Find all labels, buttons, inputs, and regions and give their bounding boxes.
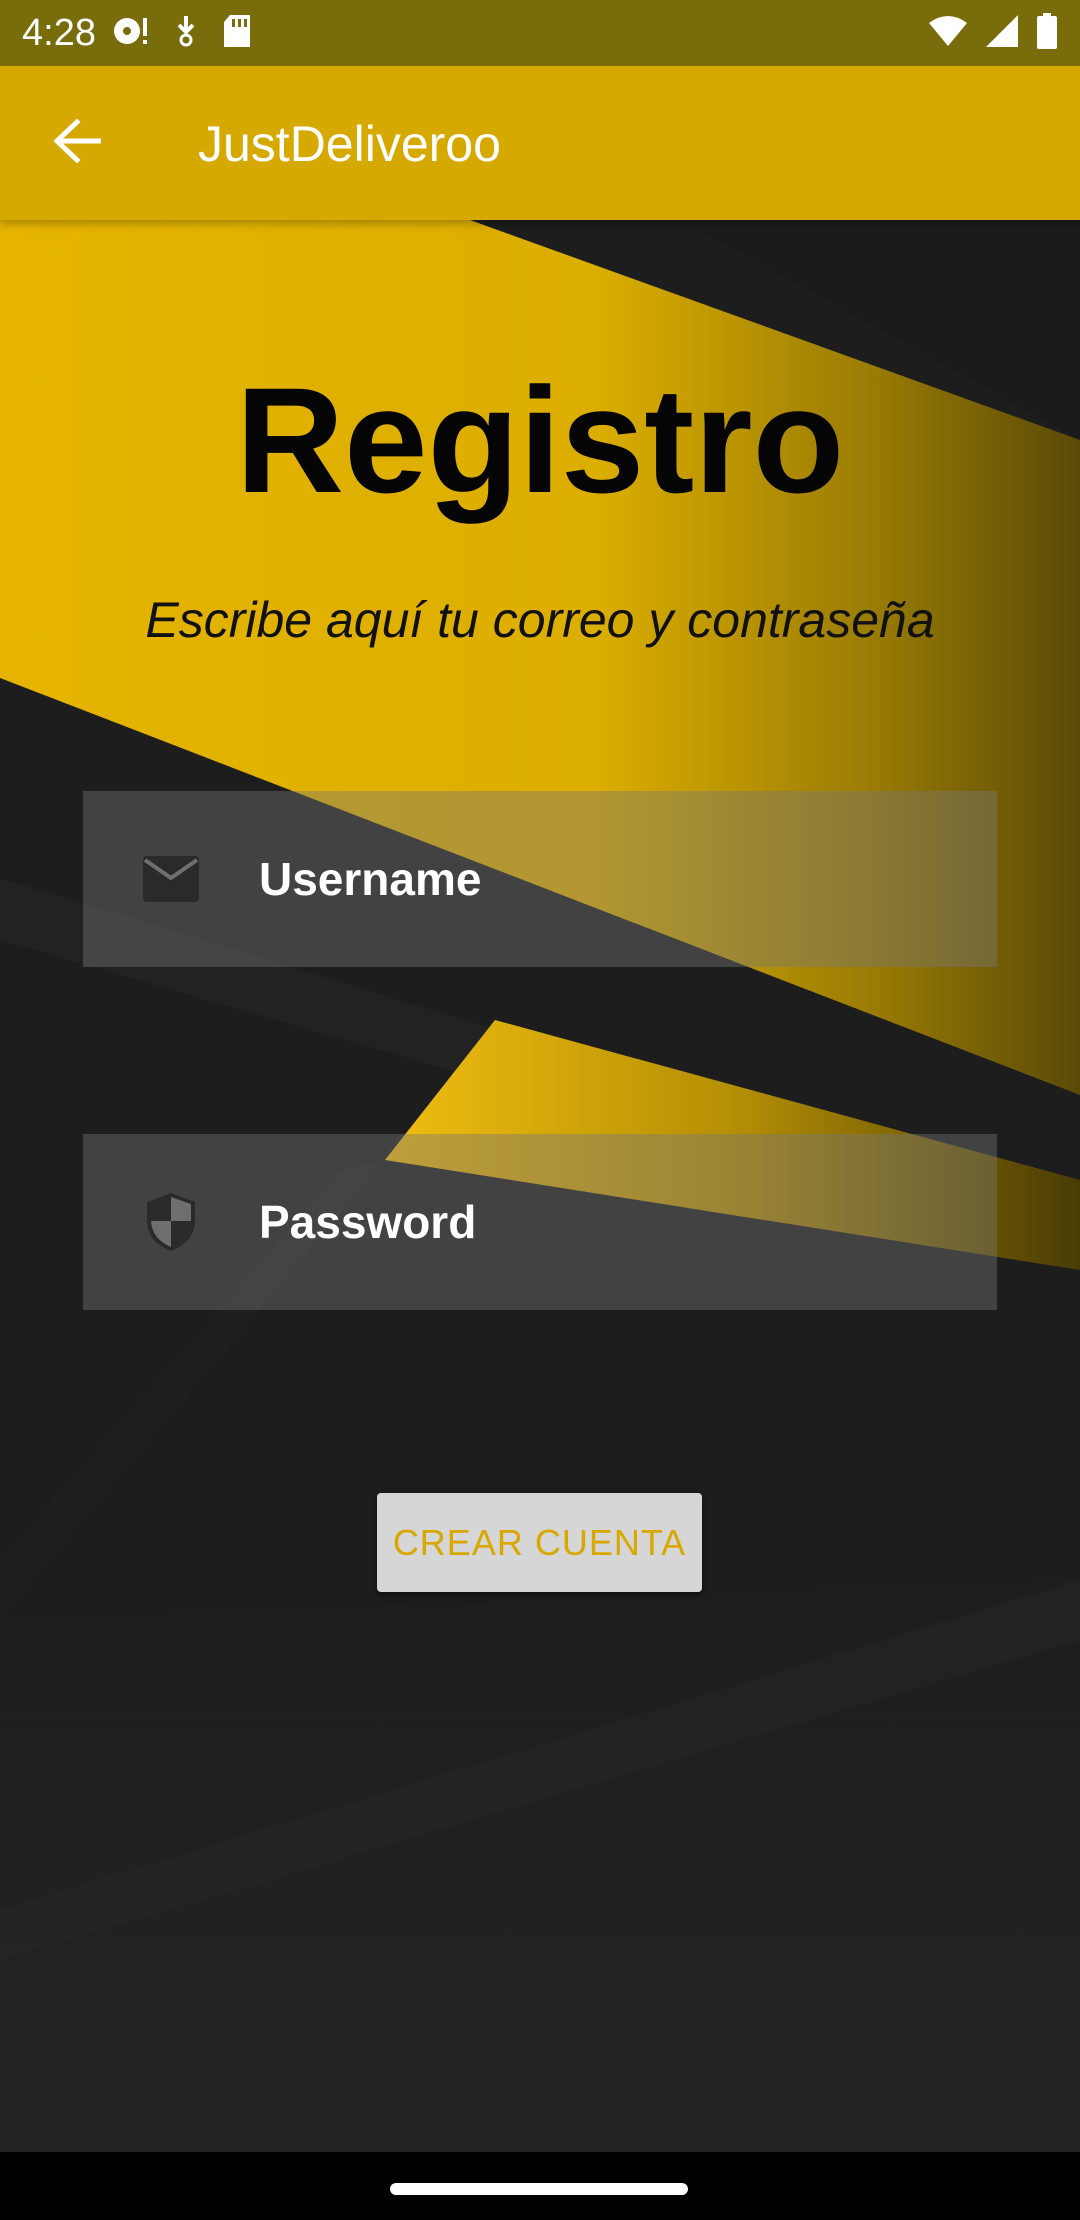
password-field[interactable] xyxy=(83,1134,997,1310)
media-notification-icon xyxy=(112,14,150,53)
signal-icon xyxy=(984,14,1020,53)
create-account-button[interactable]: CREAR CUENTA xyxy=(377,1493,702,1592)
sd-card-icon xyxy=(222,14,252,53)
navigation-bar xyxy=(0,2152,1080,2220)
wifi-icon xyxy=(928,15,968,52)
register-screen: 4:28 JustDeliveroo Registro Escribe aquí… xyxy=(0,0,1080,2220)
notification-icons xyxy=(112,14,252,52)
username-input[interactable] xyxy=(259,841,959,917)
download-notification-icon xyxy=(172,14,200,53)
password-input[interactable] xyxy=(259,1184,959,1260)
page-title: Registro xyxy=(235,356,845,524)
app-bar: JustDeliveroo xyxy=(0,66,1080,220)
battery-icon xyxy=(1036,12,1058,54)
username-field[interactable] xyxy=(83,791,997,967)
back-button[interactable] xyxy=(38,104,116,182)
app-title: JustDeliveroo xyxy=(198,116,501,172)
background-artwork xyxy=(0,0,1080,2220)
page-subtitle: Escribe aquí tu correo y contraseña xyxy=(145,592,935,648)
status-time: 4:28 xyxy=(22,12,96,54)
email-icon xyxy=(141,849,201,909)
status-bar: 4:28 xyxy=(0,0,1080,66)
home-gesture-handle[interactable] xyxy=(390,2183,688,2195)
shield-icon xyxy=(141,1192,201,1252)
system-icons xyxy=(928,12,1058,54)
arrow-back-icon xyxy=(53,117,102,168)
